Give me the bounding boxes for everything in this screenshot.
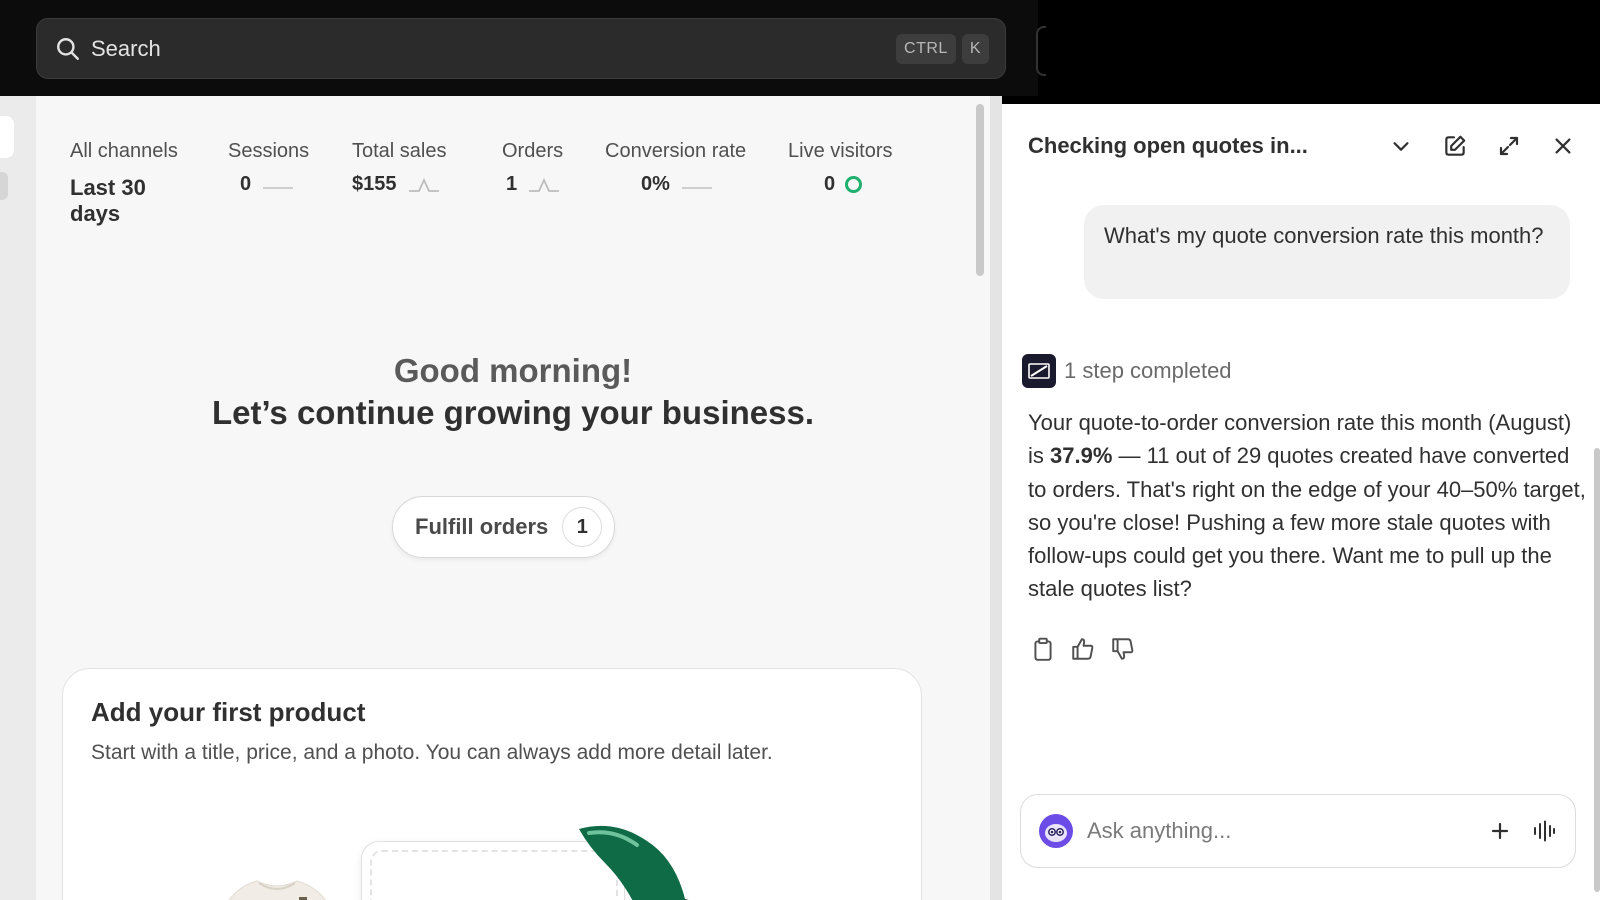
left-sidebar-edge bbox=[0, 96, 36, 900]
voice-icon[interactable] bbox=[1531, 818, 1557, 844]
panel-divider bbox=[990, 96, 1002, 900]
search-bar[interactable]: Search CTRL K bbox=[36, 18, 1006, 79]
fulfill-orders-label: Fulfill orders bbox=[415, 514, 549, 539]
metric-value: 0 bbox=[824, 173, 836, 195]
metric-value: $155 bbox=[352, 173, 397, 195]
assistant-avatar-icon bbox=[1039, 814, 1073, 848]
card-subtitle: Start with a title, price, and a photo. … bbox=[91, 741, 773, 764]
metric-value: 0% bbox=[641, 173, 670, 195]
top-bar: Search CTRL K bbox=[0, 0, 1038, 96]
assistant-answer: Your quote-to-order conversion rate this… bbox=[1028, 406, 1588, 606]
thumbs-up-icon[interactable] bbox=[1070, 636, 1096, 662]
metric-label: Orders bbox=[502, 140, 564, 162]
panel-scrollbar[interactable] bbox=[1594, 448, 1600, 892]
answer-rate: 37.9% bbox=[1050, 443, 1113, 469]
top-bar-button-stub[interactable] bbox=[1036, 26, 1046, 76]
metric-live-visitors[interactable]: Live visitors 0 bbox=[788, 140, 892, 196]
sparkline-peak-icon bbox=[529, 177, 560, 192]
fulfill-orders-button[interactable]: Fulfill orders 1 bbox=[392, 496, 616, 558]
close-icon[interactable] bbox=[1548, 131, 1578, 161]
metric-label: Sessions bbox=[228, 140, 310, 162]
kettle-image bbox=[579, 825, 689, 900]
ask-input-box[interactable] bbox=[1020, 794, 1576, 868]
answer-text: — 11 out of 29 quotes created have conve… bbox=[1028, 443, 1586, 602]
metric-total-sales[interactable]: Total sales $155 bbox=[352, 140, 447, 196]
greeting-title: Good morning! bbox=[393, 352, 633, 389]
sparkline-peak-icon bbox=[408, 177, 439, 192]
expand-icon[interactable] bbox=[1494, 131, 1524, 161]
search-placeholder: Search bbox=[91, 35, 161, 61]
shortcut-key-k: K bbox=[961, 33, 989, 64]
greeting: Good morning! Let’s continue growing you… bbox=[36, 352, 990, 432]
greeting-subtitle: Let’s continue growing your business. bbox=[211, 394, 814, 431]
metric-conversion-rate[interactable]: Conversion rate 0% bbox=[605, 140, 746, 196]
metric-label: Total sales bbox=[352, 140, 447, 162]
metric-label: Conversion rate bbox=[605, 140, 747, 162]
metric-label: Live visitors bbox=[788, 140, 893, 162]
sparkline-flat-icon bbox=[263, 186, 294, 189]
card-title: Add your first product bbox=[91, 697, 366, 727]
main-scrollbar[interactable] bbox=[976, 104, 984, 276]
assistant-panel: Checking open quotes in... What's my quo… bbox=[1002, 104, 1600, 900]
fulfill-orders-count: 1 bbox=[562, 507, 603, 547]
message-actions bbox=[1030, 636, 1136, 662]
add-product-card[interactable]: Add your first product Start with a titl… bbox=[62, 668, 922, 900]
metric-orders[interactable]: Orders 1 bbox=[502, 140, 563, 196]
metric-value: 0 bbox=[240, 173, 252, 195]
sidebar-nub-secondary[interactable] bbox=[0, 172, 8, 200]
tshirt-image bbox=[228, 880, 327, 900]
sparkline-flat-icon bbox=[681, 186, 712, 189]
steps-status[interactable]: 1 step completed bbox=[1022, 354, 1232, 388]
ask-input[interactable] bbox=[1087, 818, 1469, 844]
plus-icon[interactable] bbox=[1487, 818, 1513, 844]
user-message: What's my quote conversion rate this mon… bbox=[1084, 205, 1570, 299]
live-indicator-icon bbox=[845, 176, 863, 193]
conversation-title[interactable]: Checking open quotes in... bbox=[1028, 133, 1362, 159]
shortcut-key-ctrl: CTRL bbox=[896, 33, 956, 64]
assistant-header: Checking open quotes in... bbox=[1028, 126, 1578, 166]
metric-sessions[interactable]: Sessions 0 bbox=[228, 140, 309, 196]
thumbs-down-icon[interactable] bbox=[1110, 636, 1136, 662]
date-range: Last 30 days bbox=[70, 175, 146, 226]
search-icon bbox=[57, 37, 79, 60]
top-bar-right bbox=[1038, 0, 1600, 104]
sidebar-nub[interactable] bbox=[0, 116, 14, 158]
assistant-logo-icon bbox=[1022, 354, 1056, 388]
chevron-down-icon[interactable] bbox=[1386, 131, 1416, 161]
new-chat-icon[interactable] bbox=[1440, 131, 1470, 161]
copy-icon[interactable] bbox=[1030, 636, 1056, 662]
channel-selector[interactable]: All channels Last 30 days bbox=[70, 140, 178, 227]
channel-label: All channels bbox=[70, 140, 178, 162]
metric-value: 1 bbox=[506, 173, 518, 195]
main-content: All channels Last 30 days Sessions 0 Tot… bbox=[36, 96, 990, 900]
steps-label: 1 step completed bbox=[1064, 358, 1232, 383]
